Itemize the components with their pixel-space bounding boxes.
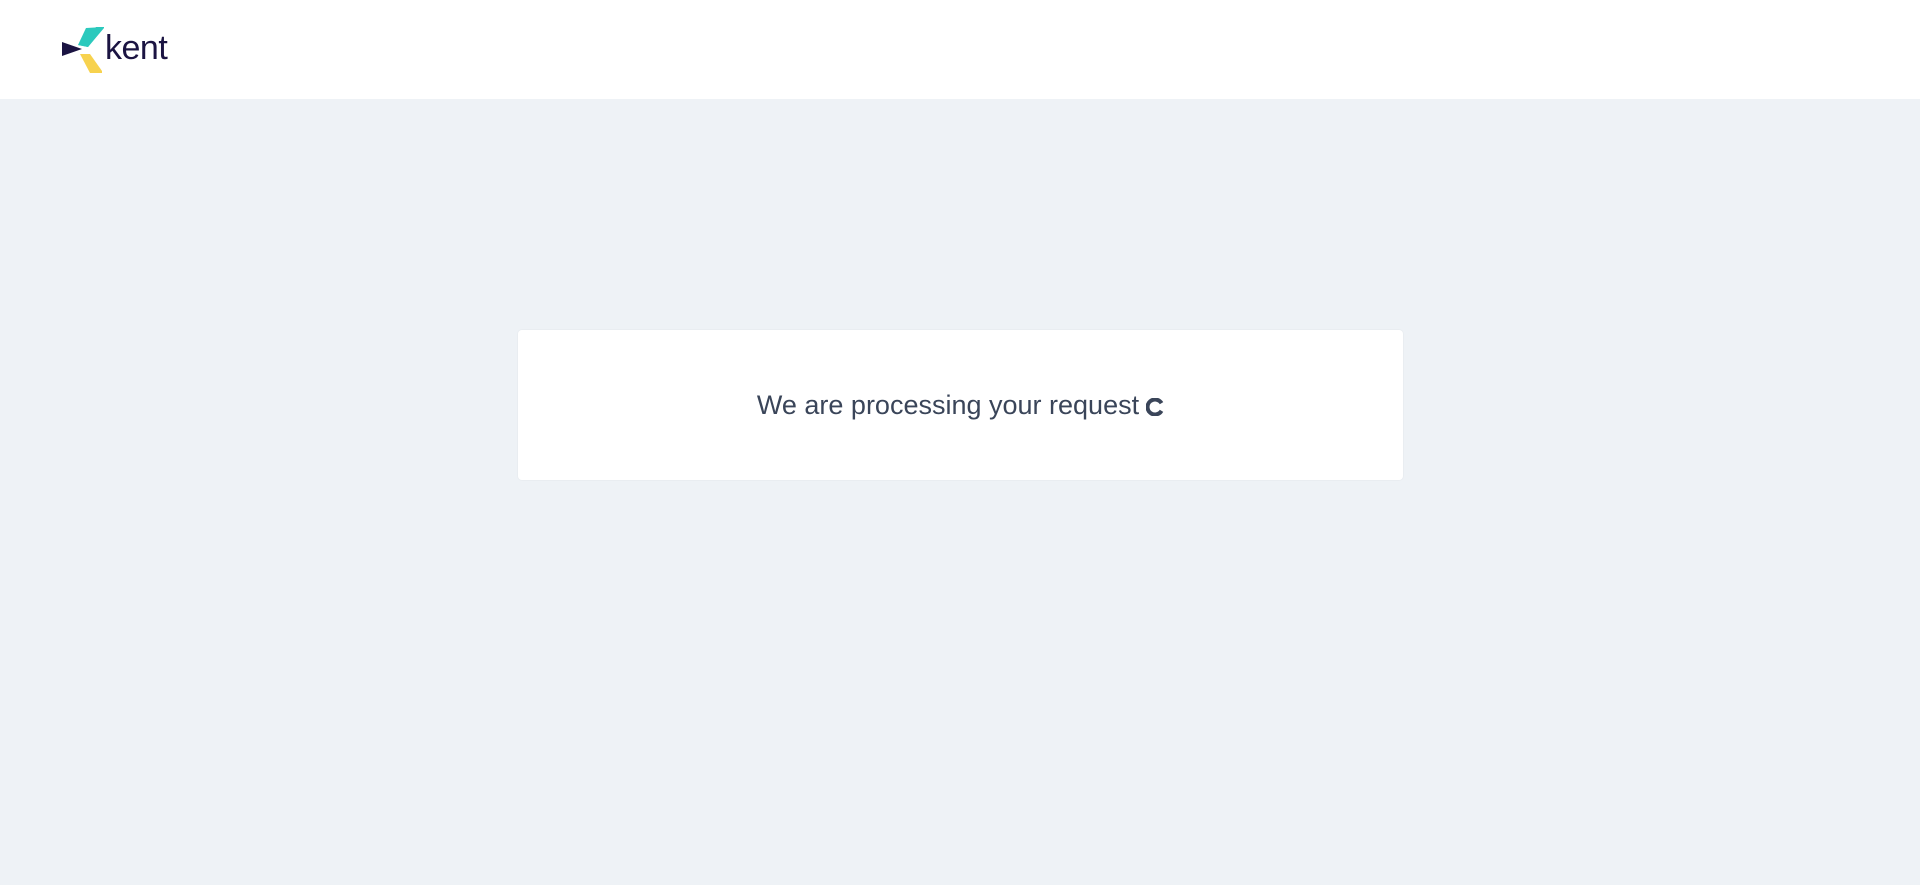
loading-spinner-icon: [1146, 398, 1164, 416]
main-content: [0, 99, 1920, 885]
status-message-row: We are processing your request: [757, 390, 1164, 421]
brand-name: kent: [105, 29, 168, 67]
kent-logo[interactable]: kent: [60, 25, 168, 75]
status-card: We are processing your request: [518, 330, 1403, 480]
kent-logo-mark-icon: [62, 27, 104, 73]
app-header: kent: [0, 0, 1920, 99]
status-message: We are processing your request: [756, 389, 1140, 420]
